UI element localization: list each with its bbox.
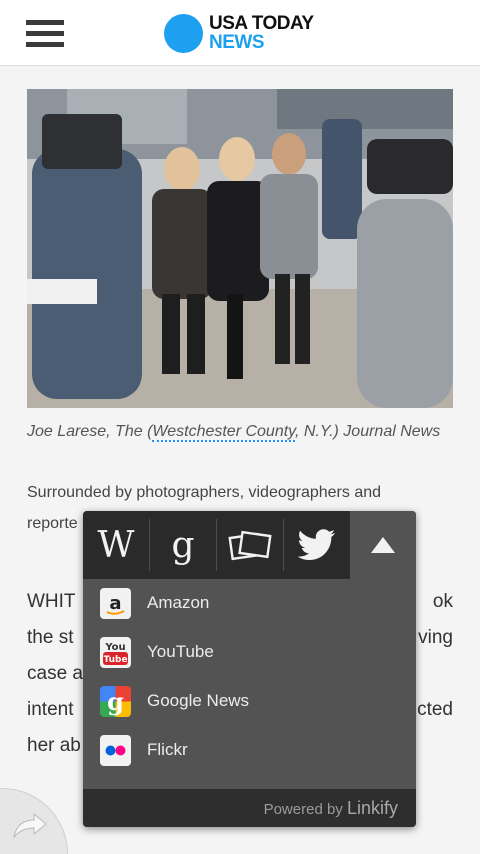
list-item-amazon[interactable]: a Amazon [83, 579, 416, 628]
linkify-results-list: a Amazon You Tube YouTube g Google News … [83, 579, 416, 775]
share-button[interactable] [0, 788, 68, 854]
body-line-right: cted [417, 699, 453, 720]
google-news-icon: g [100, 686, 131, 717]
menu-icon[interactable] [26, 20, 64, 47]
tab-twitter[interactable] [284, 511, 350, 579]
body-line-right: ving [418, 627, 453, 648]
list-item-youtube[interactable]: You Tube YouTube [83, 628, 416, 677]
caption-credit-start: Joe Larese, The ( [27, 423, 153, 440]
powered-by-text[interactable]: Powered by Linkify [264, 798, 398, 819]
photos-icon [228, 530, 272, 561]
google-news-label: Google News [147, 691, 250, 710]
logo-line1: USA TODAY [209, 13, 314, 34]
linkify-tab-bar: W g [83, 511, 416, 579]
body-line-left: her ab [27, 735, 81, 756]
linkify-popup: W g a Amazon You Tube YouTube g Google N… [83, 511, 416, 827]
powered-by-prefix: Powered by [263, 801, 343, 818]
article-photo [27, 89, 453, 408]
logo-line2: NEWS [209, 32, 265, 53]
photo-description-line1: Surrounded by photographers, videographe… [27, 484, 382, 501]
body-line-right: ok [432, 591, 453, 612]
youtube-icon: You Tube [100, 637, 131, 668]
tab-photos[interactable] [217, 511, 283, 579]
logo-circle [164, 14, 203, 53]
caption-credit-end: , N.Y.) Journal News [294, 423, 441, 440]
top-bar: USA TODAY NEWS [0, 0, 480, 66]
svg-text:Tube: Tube [103, 655, 127, 665]
body-line-left: case a [27, 663, 83, 684]
linkify-brand: Linkify [346, 798, 398, 818]
amazon-label: Amazon [147, 593, 210, 612]
amazon-icon: a [100, 588, 131, 619]
collapse-button[interactable] [350, 511, 416, 579]
google-icon: g [171, 524, 195, 566]
share-arrow-icon [13, 813, 47, 839]
youtube-label: YouTube [147, 642, 214, 661]
list-item-flickr[interactable]: Flickr [83, 726, 416, 775]
svg-text:a: a [109, 593, 121, 614]
svg-text:g: g [107, 687, 124, 716]
body-line-left: WHIT [27, 591, 76, 612]
svg-text:You: You [104, 642, 125, 653]
flickr-icon [100, 735, 131, 766]
chevron-up-icon [371, 537, 395, 553]
tab-wikipedia[interactable]: W [83, 511, 149, 579]
flickr-label: Flickr [147, 740, 188, 759]
linkify-footer: Powered by Linkify [83, 789, 416, 827]
twitter-bird-icon [297, 529, 335, 560]
body-line-left: the st [27, 627, 74, 648]
caption-link-westchester[interactable]: Westchester County [152, 423, 295, 442]
photo-credit: Joe Larese, The (Westchester County, N.Y… [27, 416, 453, 447]
tab-google[interactable]: g [150, 511, 216, 579]
wikipedia-icon: W [97, 524, 135, 566]
body-line-left: intent [27, 699, 74, 720]
list-item-google-news[interactable]: g Google News [83, 677, 416, 726]
